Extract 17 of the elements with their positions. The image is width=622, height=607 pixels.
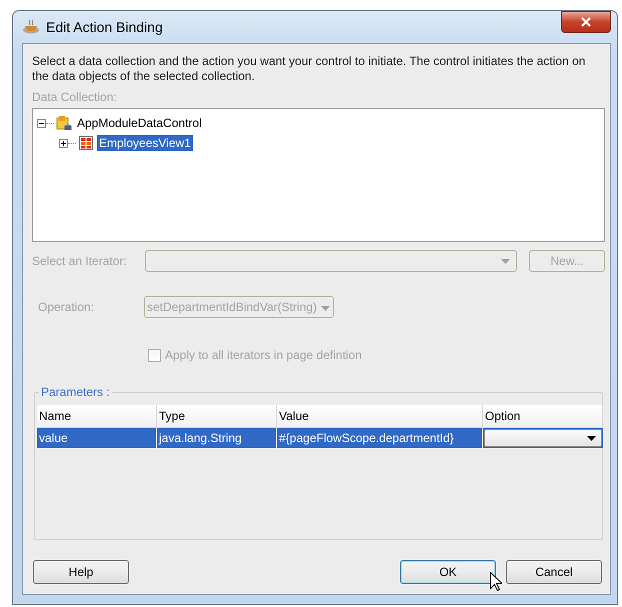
field-label: Select an Iterator: <box>32 254 128 268</box>
group-title: Parameters : <box>39 385 112 399</box>
table-cell: #{pageFlowScope.departmentId} <box>277 428 483 448</box>
column-header[interactable]: Name <box>37 405 157 428</box>
column-header[interactable]: Option <box>483 405 603 428</box>
table-cell: java.lang.String <box>157 428 277 448</box>
checkbox-label: Apply to all iterators in page defintion <box>165 348 362 362</box>
dialog-button[interactable]: Help <box>33 560 129 584</box>
column-header[interactable]: Value <box>277 405 483 428</box>
field-label: Operation: <box>38 300 96 314</box>
field-label: Data Collection: <box>32 90 118 104</box>
description-text: Select a data collection and the action you want your control to initiate. The control initiates the action on the data objects of the selected collection. <box>32 54 586 84</box>
cancel-button[interactable]: Cancel <box>506 560 602 584</box>
window-title: Edit Action Binding <box>46 19 164 35</box>
column-header[interactable]: Type <box>157 405 277 428</box>
table-cell: value <box>37 428 157 448</box>
ok-button[interactable]: OK <box>400 560 496 584</box>
